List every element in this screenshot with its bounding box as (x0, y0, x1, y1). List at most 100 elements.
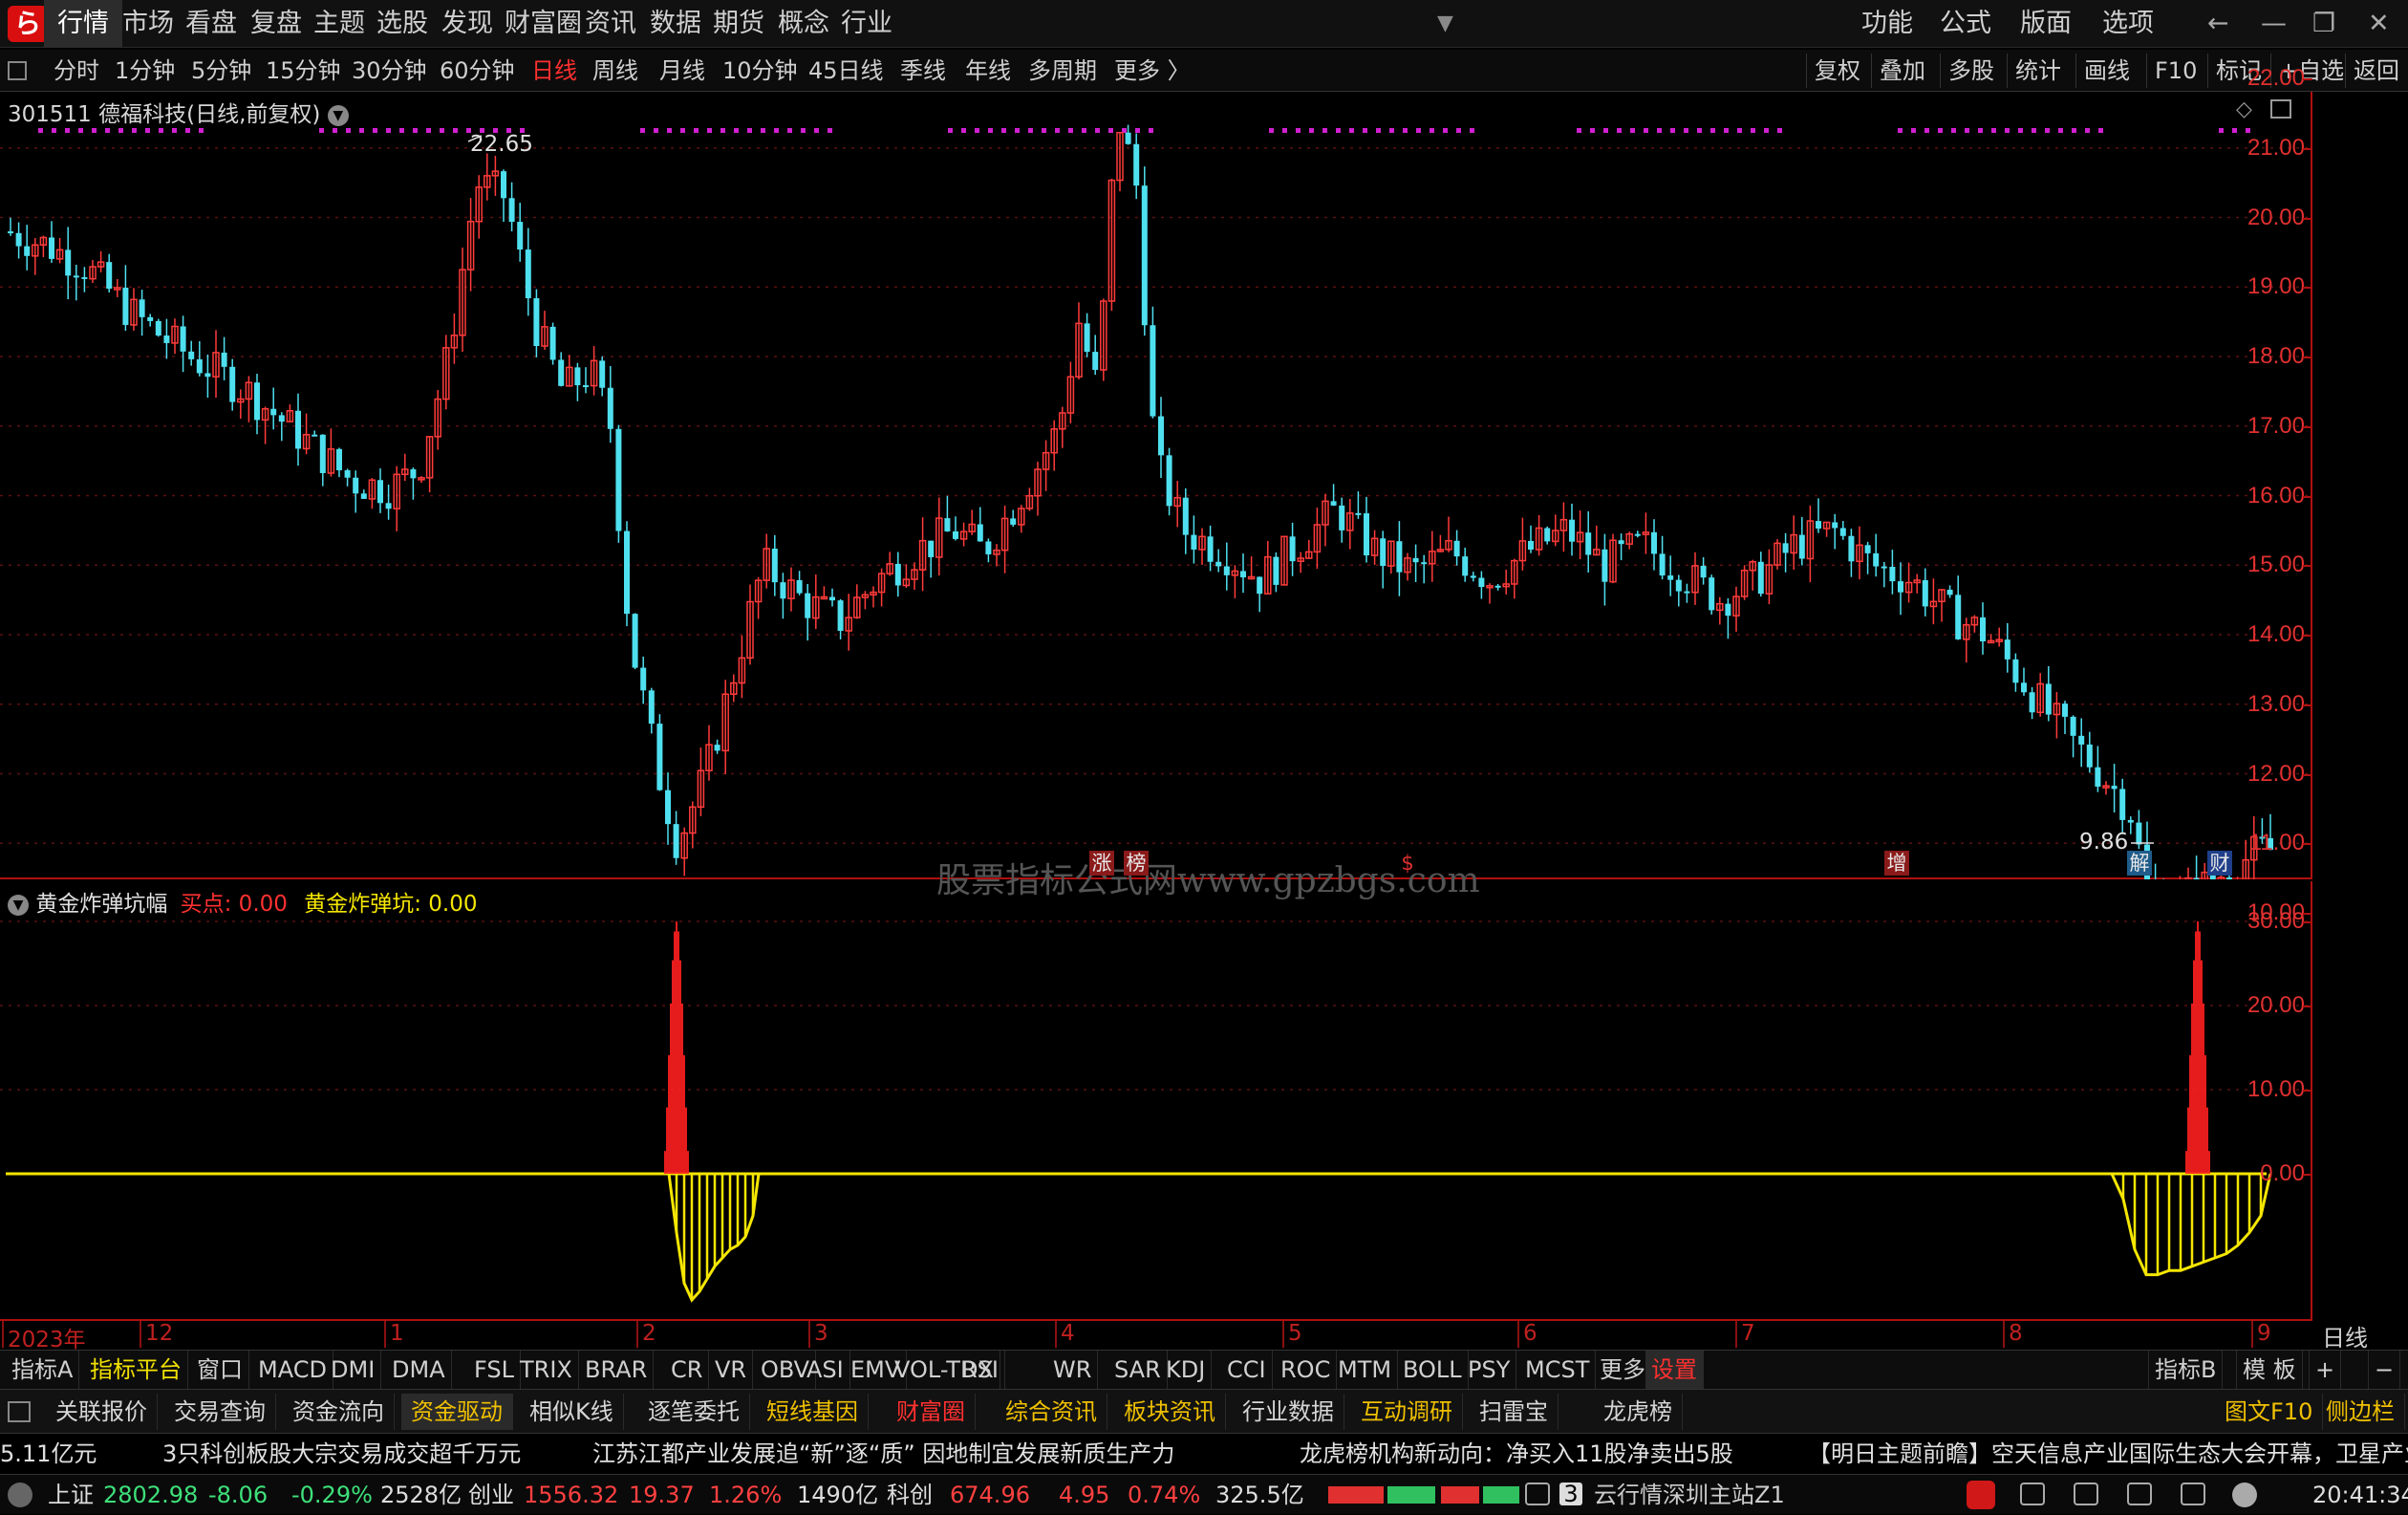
indicator-tab-7[interactable]: TRIX (514, 1351, 579, 1389)
indicator-tab-17[interactable]: SAR (1108, 1351, 1168, 1389)
ticker-item[interactable]: 5.11亿元 (0, 1434, 97, 1474)
news-ticker[interactable]: 5.11亿元 3只科创板股大宗交易成交超千万元 江苏江都产业发展追“新”逐“质” 因… (0, 1434, 2408, 1474)
settings-icon[interactable] (8, 1483, 32, 1507)
tool-8[interactable]: 返回 (2345, 54, 2407, 88)
period-14[interactable]: 更多 〉 (1114, 50, 1191, 92)
toolbar-right-0[interactable]: 图文F10 (2215, 1394, 2324, 1430)
tool-2[interactable]: 多股 (1940, 54, 2002, 88)
toolbar-3[interactable]: 资金驱动 (401, 1394, 513, 1430)
event-marker-1[interactable]: 榜 (1124, 851, 1149, 876)
period-12[interactable]: 年线 (965, 50, 1011, 92)
toolbar-12[interactable]: 扫雷宝 (1470, 1394, 1559, 1430)
period-2[interactable]: 5分钟 (191, 50, 251, 92)
toolbar-5[interactable]: 逐笔委托 (638, 1394, 750, 1430)
back-arrow-icon[interactable]: ← (2194, 0, 2243, 48)
toolbar-13[interactable]: 龙虎榜 (1594, 1394, 1683, 1430)
toolbar-7[interactable]: 财富圈 (887, 1394, 976, 1430)
indicator-tab-22[interactable]: BOLL (1397, 1351, 1469, 1389)
panel-toggle-icon[interactable] (8, 1401, 31, 1422)
indicator-tab-21[interactable]: MTM (1332, 1351, 1399, 1389)
tool-3[interactable]: 统计 (2007, 54, 2069, 88)
event-marker-0[interactable]: 涨 (1089, 851, 1114, 876)
cy-label[interactable]: 创业 (468, 1475, 514, 1515)
tool-4[interactable]: 画线 (2075, 54, 2138, 88)
indicator-right-0[interactable]: 指标B (2148, 1351, 2224, 1389)
menu-more-icon[interactable]: ▼ (1424, 0, 1467, 48)
toolbar-6[interactable]: 短线基因 (757, 1394, 869, 1430)
indicator-tab-4[interactable]: DMI (325, 1351, 382, 1389)
ticker-item[interactable]: 江苏江都产业发展追“新”逐“质” 因地制宜发展新质生产力 (592, 1434, 1174, 1474)
indicator-tab-2[interactable]: 窗口 (191, 1351, 249, 1389)
lightning-icon[interactable] (2232, 1483, 2257, 1507)
indicator-tab-10[interactable]: VR (709, 1351, 754, 1389)
menu-item-12[interactable]: 行业 (828, 0, 906, 48)
indicator-tab-12[interactable]: ASI (801, 1351, 850, 1389)
indicator-tab-24[interactable]: MCST (1519, 1351, 1597, 1389)
tool-1[interactable]: 叠加 (1871, 54, 1933, 88)
indicator-tab-5[interactable]: DMA (386, 1351, 452, 1389)
indicator-panel[interactable]: ▼ 黄金炸弹坑幅 买点: 0.00 黄金炸弹坑: 0.00 30.00 20.00… (0, 881, 2312, 1321)
indicator-tab-8[interactable]: BRAR (579, 1351, 655, 1389)
period-0[interactable]: 分时 (54, 50, 99, 92)
indicator-tab-6[interactable]: FSL (468, 1351, 521, 1389)
indicator-tab-15[interactable]: RSI (956, 1351, 1005, 1389)
bell-icon[interactable] (2181, 1483, 2205, 1505)
indicator-tab-19[interactable]: CCI (1221, 1351, 1273, 1389)
right-menu-1[interactable]: 公式 (1926, 0, 2005, 48)
close-icon[interactable]: ✕ (2354, 0, 2403, 48)
indicator-tab-20[interactable]: ROC (1275, 1351, 1338, 1389)
indicator-tab-25[interactable]: 更多 (1594, 1351, 1652, 1389)
right-menu-0[interactable]: 功能 (1848, 0, 1926, 48)
refresh-icon[interactable] (1967, 1481, 1995, 1509)
period-8[interactable]: 月线 (659, 50, 705, 92)
sh-label[interactable]: 上证 (48, 1475, 94, 1515)
toolbar-right-1[interactable]: 侧边栏 (2316, 1394, 2405, 1430)
period-11[interactable]: 季线 (900, 50, 946, 92)
sidebar-toggle-icon[interactable] (8, 61, 27, 80)
toolbar-0[interactable]: 关联报价 (46, 1394, 158, 1430)
indicator-tab-1[interactable]: 指标平台 (84, 1351, 188, 1389)
tool-0[interactable]: 复权 (1806, 54, 1868, 88)
period-13[interactable]: 多周期 (1028, 50, 1097, 92)
ticker-item[interactable]: 【明日主题前瞻】空天信息产业国际生态大会开幕，卫星产业 (1808, 1434, 2408, 1474)
right-menu-3[interactable]: 选项 (2089, 0, 2167, 48)
period-5[interactable]: 60分钟 (440, 50, 515, 92)
right-menu-2[interactable]: 版面 (2007, 0, 2085, 48)
indicator-right-2[interactable]: + (2309, 1351, 2342, 1389)
toolbar-11[interactable]: 互动调研 (1351, 1394, 1463, 1430)
toolbar-4[interactable]: 相似K线 (520, 1394, 624, 1430)
indicator-tab-9[interactable]: CR (665, 1351, 710, 1389)
grid-icon[interactable] (2074, 1483, 2098, 1505)
period-1[interactable]: 1分钟 (115, 50, 175, 92)
indicator-tab-26[interactable]: 设置 (1645, 1351, 1704, 1389)
mail-icon[interactable] (2020, 1483, 2045, 1505)
toolbar-2[interactable]: 资金流向 (283, 1394, 395, 1430)
ticker-item[interactable]: 龙虎榜机构新动向：净买入11股净卖出5股 (1300, 1434, 1733, 1474)
period-7[interactable]: 周线 (592, 50, 638, 92)
app-logo-icon[interactable]: ら (8, 6, 48, 42)
indicator-right-1[interactable]: 模 板 (2236, 1351, 2303, 1389)
indicator-right-3[interactable]: − (2368, 1351, 2401, 1389)
kline-chart-panel[interactable]: 301511 德福科技(日线,前复权) ▼ ◇ 股票指标公式网www.gpzbg… (0, 65, 2312, 925)
ticker-item[interactable]: 3只科创板股大宗交易成交超千万元 (162, 1434, 521, 1474)
period-4[interactable]: 30分钟 (352, 50, 427, 92)
period-9[interactable]: 10分钟 (722, 50, 798, 92)
indicator-tab-18[interactable]: KDJ (1160, 1351, 1213, 1389)
period-10[interactable]: 45日线 (808, 50, 884, 92)
indicator-tab-16[interactable]: WR (1047, 1351, 1099, 1389)
kc-label[interactable]: 科创 (887, 1475, 933, 1515)
minimize-icon[interactable]: — (2247, 0, 2300, 48)
indicator-tab-23[interactable]: PSY (1462, 1351, 1517, 1389)
toolbar-1[interactable]: 交易查询 (164, 1394, 276, 1430)
camera-icon[interactable] (1525, 1483, 1550, 1505)
event-marker-5[interactable]: 财 (2207, 851, 2232, 876)
restore-icon[interactable]: ❐ (2299, 0, 2349, 48)
toolbar-8[interactable]: 综合资讯 (996, 1394, 1107, 1430)
period-3[interactable]: 15分钟 (266, 50, 341, 92)
event-marker-4[interactable]: 解 (2127, 851, 2152, 876)
chat-icon[interactable] (2127, 1483, 2152, 1505)
indicator-tab-3[interactable]: MACD (252, 1351, 333, 1389)
event-marker-3[interactable]: 增 (1884, 851, 1909, 876)
indicator-tab-0[interactable]: 指标A (6, 1351, 80, 1389)
toolbar-10[interactable]: 行业数据 (1233, 1394, 1344, 1430)
